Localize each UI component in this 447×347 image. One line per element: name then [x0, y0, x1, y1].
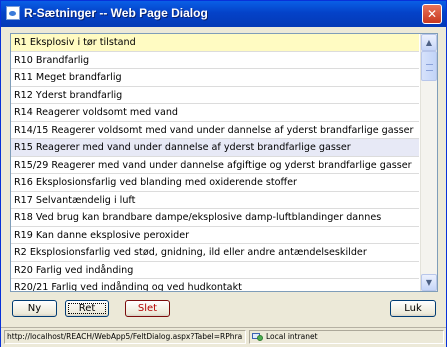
edit-button[interactable]: Ret: [65, 300, 109, 317]
list-item[interactable]: R2 Eksplosionsfarlig ved stød, gnidning,…: [11, 244, 419, 262]
list-item[interactable]: R10 Brandfarlig: [11, 52, 419, 69]
scroll-up-button[interactable]: ▲: [421, 34, 437, 51]
chevron-up-icon: ▲: [425, 38, 433, 47]
window-title: R-Sætninger -- Web Page Dialog: [24, 6, 208, 20]
list-item[interactable]: R15/29 Reagerer med vand under dannelse …: [11, 157, 419, 174]
close-button[interactable]: ✕: [422, 4, 442, 24]
chevron-down-icon: ▼: [425, 278, 433, 287]
dialog-window: R-Sætninger -- Web Page Dialog ✕ R1 Eksp…: [0, 0, 447, 347]
list-item[interactable]: R14 Reagerer voldsomt med vand: [11, 104, 419, 122]
list-item[interactable]: R16 Eksplosionsfarlig ved blanding med o…: [11, 174, 419, 192]
list-item[interactable]: R14/15 Reagerer voldsomt med vand under …: [11, 122, 419, 139]
list-item[interactable]: R19 Kan danne eksplosive peroxider: [11, 227, 419, 244]
document-icon: [6, 6, 20, 20]
list-item[interactable]: R20/21 Farlig ved indånding og ved hudko…: [11, 279, 419, 291]
list-item[interactable]: R17 Selvantændelig i luft: [11, 192, 419, 209]
scroll-thumb[interactable]: [421, 51, 437, 81]
list-item[interactable]: R20 Farlig ved indånding: [11, 262, 419, 279]
list-item[interactable]: R12 Yderst brandfarlig: [11, 87, 419, 104]
status-zone: Local intranet: [249, 330, 444, 344]
list-item[interactable]: R15 Reagerer med vand under dannelse af …: [11, 139, 419, 157]
list-item[interactable]: R1 Eksplosiv i tør tilstand: [11, 34, 419, 52]
r-phrase-listbox[interactable]: R1 Eksplosiv i tør tilstand R10 Brandfarl…: [10, 33, 438, 292]
vertical-scrollbar[interactable]: ▲ ▼: [420, 34, 437, 291]
zone-label: Local intranet: [266, 332, 318, 341]
close-icon: ✕: [426, 7, 438, 21]
close-dialog-button[interactable]: Luk: [390, 300, 436, 317]
list-rows: R1 Eksplosiv i tør tilstand R10 Brandfarl…: [11, 34, 419, 291]
list-item[interactable]: R18 Ved brug kan brandbare dampe/eksplos…: [11, 209, 419, 227]
new-button[interactable]: Ny: [12, 300, 57, 317]
intranet-icon: [252, 333, 263, 341]
status-bar: http://localhost/REACH/WebApp5/FeltDialo…: [1, 327, 446, 347]
delete-button[interactable]: Slet: [125, 300, 170, 317]
title-bar[interactable]: R-Sætninger -- Web Page Dialog ✕: [1, 1, 446, 27]
status-url: http://localhost/REACH/WebApp5/FeltDialo…: [4, 330, 246, 344]
scroll-down-button[interactable]: ▼: [421, 274, 437, 291]
list-item[interactable]: R11 Meget brandfarlig: [11, 69, 419, 87]
